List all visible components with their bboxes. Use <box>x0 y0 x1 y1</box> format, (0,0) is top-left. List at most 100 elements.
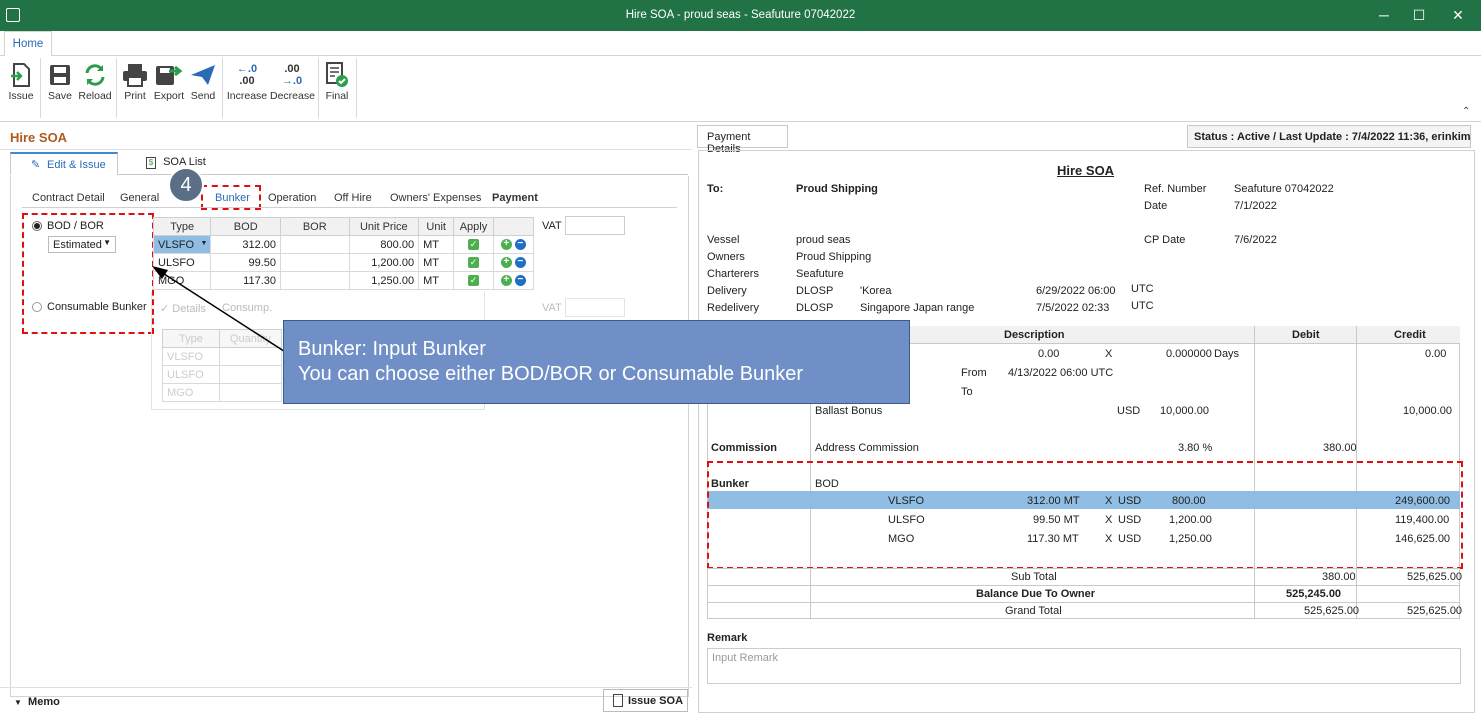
ref-value: Seafuture 07042022 <box>1234 183 1334 195</box>
grid-header: Unit <box>418 217 455 236</box>
close-button[interactable]: ✕ <box>1443 5 1473 25</box>
subtotal-debit: 380.00 <box>1322 571 1356 583</box>
price-cell[interactable]: 1,200.00 <box>348 253 420 272</box>
header-description: Description <box>1004 329 1065 341</box>
issue-label: Issue <box>8 90 34 102</box>
tab-edit-issue[interactable]: ✎ Edit & Issue <box>10 152 118 176</box>
increase-button[interactable]: ←.0.00 Increase <box>226 60 268 102</box>
add-row-icon[interactable]: + <box>500 239 512 251</box>
step-badge: 4 <box>168 167 204 203</box>
grid-header: BOD <box>210 217 281 236</box>
price-cell[interactable]: 1,250.00 <box>348 271 420 290</box>
issue-soa-button[interactable]: Issue SOA <box>603 689 688 712</box>
balance-label: Balance Due To Owner <box>976 588 1095 600</box>
subtotal-credit: 525,625.00 <box>1407 571 1463 583</box>
from-value: 4/13/2022 06:00 UTC <box>1008 367 1114 379</box>
remark-input[interactable]: Input Remark <box>707 648 1461 684</box>
consumable-radio[interactable] <box>32 302 42 312</box>
divider <box>0 149 692 150</box>
save-button[interactable]: Save <box>46 60 74 102</box>
minimize-button[interactable]: ─ <box>1369 5 1399 25</box>
print-button[interactable]: Print <box>120 60 150 102</box>
subtab-off-hire[interactable]: Off Hire <box>334 192 372 204</box>
reload-button[interactable]: Reload <box>78 60 112 102</box>
bunker-section-highlight <box>707 461 1463 569</box>
subtab-underline <box>22 207 677 208</box>
issue-icon <box>613 694 623 707</box>
grid-header: BOR <box>280 217 350 236</box>
subtab-operation[interactable]: Operation <box>268 192 316 204</box>
ribbon-toolbar: Issue Save Reload Print Export Send ←.0.… <box>0 56 1481 122</box>
from-label: From <box>961 367 987 379</box>
ballast-currency: USD <box>1117 405 1141 417</box>
send-button[interactable]: Send <box>188 60 218 102</box>
estimated-select[interactable]: Estimated ▼ <box>48 236 116 253</box>
unit-cell: MT <box>418 253 455 272</box>
unit-cell: MT <box>418 235 455 254</box>
vessel-value: proud seas <box>796 234 851 246</box>
divider <box>0 687 692 688</box>
bod-bor-radio[interactable] <box>32 221 42 231</box>
page-title: Hire SOA <box>10 130 68 145</box>
apply-checkbox[interactable]: ✓ <box>453 253 494 272</box>
ref-label: Ref. Number <box>1144 183 1207 195</box>
subtab-general[interactable]: General <box>120 192 159 204</box>
grand-total-credit: 525,625.00 <box>1407 605 1463 617</box>
apply-checkbox[interactable]: ✓ <box>453 271 494 290</box>
tab-edit-label: Edit & Issue <box>47 159 106 171</box>
vat-input[interactable] <box>565 216 625 235</box>
tab-home[interactable]: Home <box>4 31 52 57</box>
table-row: ULSFO <box>162 365 283 384</box>
remove-row-icon[interactable]: − <box>514 275 526 287</box>
issue-button[interactable]: Issue <box>6 60 36 102</box>
decrease-button[interactable]: .00 →.0 Decrease <box>270 60 315 102</box>
delivery-label: Delivery <box>707 285 747 297</box>
memo-toggle[interactable]: ▼ Memo <box>14 696 60 708</box>
grand-total-debit: 525,625.00 <box>1304 605 1360 617</box>
ribbon-separator <box>40 58 41 118</box>
maximize-button[interactable]: ☐ <box>1404 5 1434 25</box>
export-button[interactable]: Export <box>152 60 186 102</box>
chevron-down-icon: ▼ <box>200 240 208 247</box>
chevron-down-icon: ▼ <box>14 698 22 707</box>
decrease-label: Decrease <box>270 90 315 102</box>
remove-row-icon[interactable]: − <box>514 257 526 269</box>
date-label: Date <box>1144 200 1168 212</box>
grid-header: Unit Price <box>348 217 420 236</box>
cpdate-label: CP Date <box>1144 234 1186 246</box>
grid-header-actions <box>492 217 535 236</box>
divider <box>707 568 1460 569</box>
to-label: To: <box>707 183 724 195</box>
header-debit: Debit <box>1292 329 1320 341</box>
export-icon <box>156 65 183 85</box>
send-label: Send <box>190 90 216 102</box>
tab-soa-list[interactable]: $ SOA List <box>146 156 206 169</box>
issue-icon <box>11 63 30 87</box>
send-icon <box>191 65 215 85</box>
apply-checkbox[interactable]: ✓ <box>453 235 494 254</box>
print-icon <box>123 64 147 87</box>
balance-value: 525,245.00 <box>1286 588 1342 600</box>
vat-input-2[interactable] <box>565 298 625 317</box>
remove-row-icon[interactable]: − <box>514 239 526 251</box>
payment-details-button[interactable]: Payment Details <box>697 125 788 155</box>
vat-label: VAT <box>542 220 562 232</box>
soa-list-icon: $ <box>146 157 156 169</box>
add-row-icon[interactable]: + <box>500 257 512 269</box>
charterers-label: Charterers <box>707 268 759 280</box>
redelivery-time: 7/5/2022 02:33 <box>1036 302 1110 314</box>
subtab-contract-detail[interactable]: Contract Detail <box>32 192 105 204</box>
unit-cell: MT <box>418 271 455 290</box>
charterers-value: Seafuture <box>796 268 844 280</box>
address-commission: Address Commission <box>815 442 919 454</box>
add-row-icon[interactable]: + <box>500 275 512 287</box>
redelivery-tz: UTC <box>1131 300 1154 312</box>
collapse-ribbon-icon[interactable]: ⌃ <box>1462 106 1470 117</box>
save-label: Save <box>48 90 72 102</box>
estimated-value: Estimated <box>53 239 102 251</box>
subtab-payment[interactable]: Payment <box>492 192 538 204</box>
table-row: MGO <box>162 383 283 402</box>
price-cell[interactable]: 800.00 <box>348 235 420 254</box>
subtab-owners-expenses[interactable]: Owners' Expenses <box>390 192 481 204</box>
final-button[interactable]: Final <box>322 60 352 102</box>
